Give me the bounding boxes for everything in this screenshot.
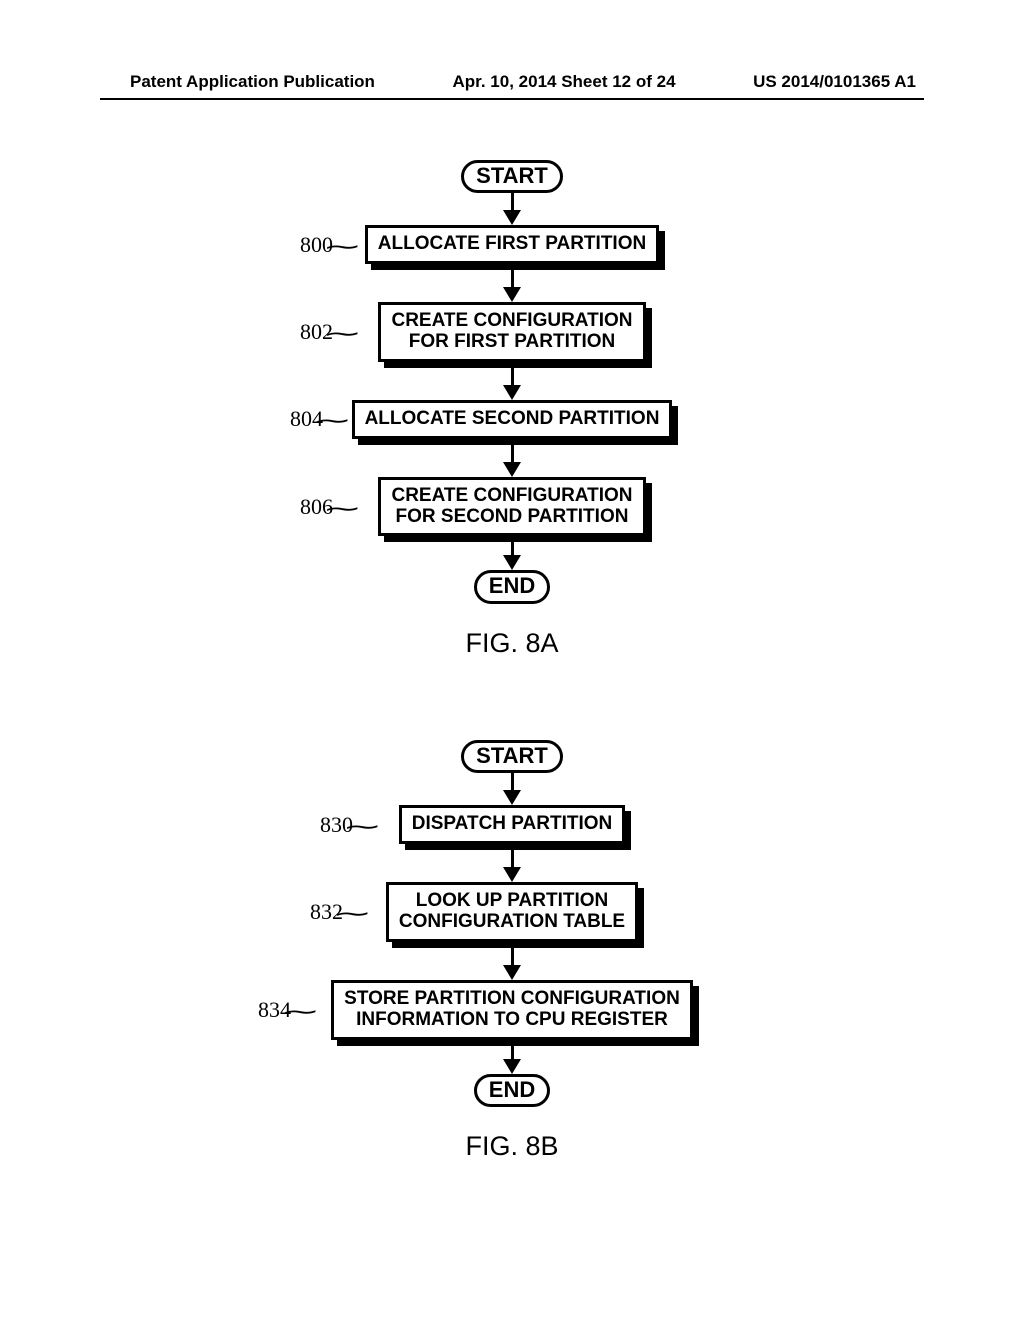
figure-caption: FIG. 8B: [465, 1131, 558, 1162]
ref-number: 802∼: [300, 319, 351, 345]
figure-8b: START 830∼ DISPATCH PARTITION 832∼ LOOK …: [0, 740, 1024, 1162]
page-header: Patent Application Publication Apr. 10, …: [0, 72, 1024, 92]
ref-number: 830∼: [320, 812, 371, 838]
step-row: 834∼ STORE PARTITION CONFIGURATION INFOR…: [0, 980, 1024, 1040]
step-row: 800∼ ALLOCATE FIRST PARTITION: [0, 225, 1024, 264]
ref-number: 804∼: [290, 406, 341, 432]
ref-number: 834∼: [258, 997, 309, 1023]
arrow: [503, 193, 521, 225]
process-step: ALLOCATE SECOND PARTITION: [352, 400, 673, 439]
step-row: 830∼ DISPATCH PARTITION: [0, 805, 1024, 844]
process-step: STORE PARTITION CONFIGURATION INFORMATIO…: [331, 980, 693, 1040]
header-middle: Apr. 10, 2014 Sheet 12 of 24: [453, 72, 676, 92]
start-terminal: START: [461, 740, 563, 773]
figure-8a: START 800∼ ALLOCATE FIRST PARTITION 802∼…: [0, 160, 1024, 659]
process-step: ALLOCATE FIRST PARTITION: [365, 225, 659, 264]
step-row: 806∼ CREATE CONFIGURATION FOR SECOND PAR…: [0, 477, 1024, 537]
process-step: LOOK UP PARTITION CONFIGURATION TABLE: [386, 882, 638, 942]
process-step: CREATE CONFIGURATION FOR SECOND PARTITIO…: [378, 477, 645, 537]
header-right: US 2014/0101365 A1: [753, 72, 916, 92]
end-terminal: END: [474, 570, 550, 603]
header-left: Patent Application Publication: [130, 72, 375, 92]
start-terminal: START: [461, 160, 563, 193]
process-step: DISPATCH PARTITION: [399, 805, 626, 844]
ref-number: 832∼: [310, 899, 361, 925]
header-rule: [100, 98, 924, 100]
process-step: CREATE CONFIGURATION FOR FIRST PARTITION: [378, 302, 645, 362]
arrow: [503, 773, 521, 805]
ref-number: 806∼: [300, 494, 351, 520]
ref-number: 800∼: [300, 232, 351, 258]
step-row: 802∼ CREATE CONFIGURATION FOR FIRST PART…: [0, 302, 1024, 362]
figure-caption: FIG. 8A: [465, 628, 558, 659]
step-row: 832∼ LOOK UP PARTITION CONFIGURATION TAB…: [0, 882, 1024, 942]
end-terminal: END: [474, 1074, 550, 1107]
step-row: 804∼ ALLOCATE SECOND PARTITION: [0, 400, 1024, 439]
